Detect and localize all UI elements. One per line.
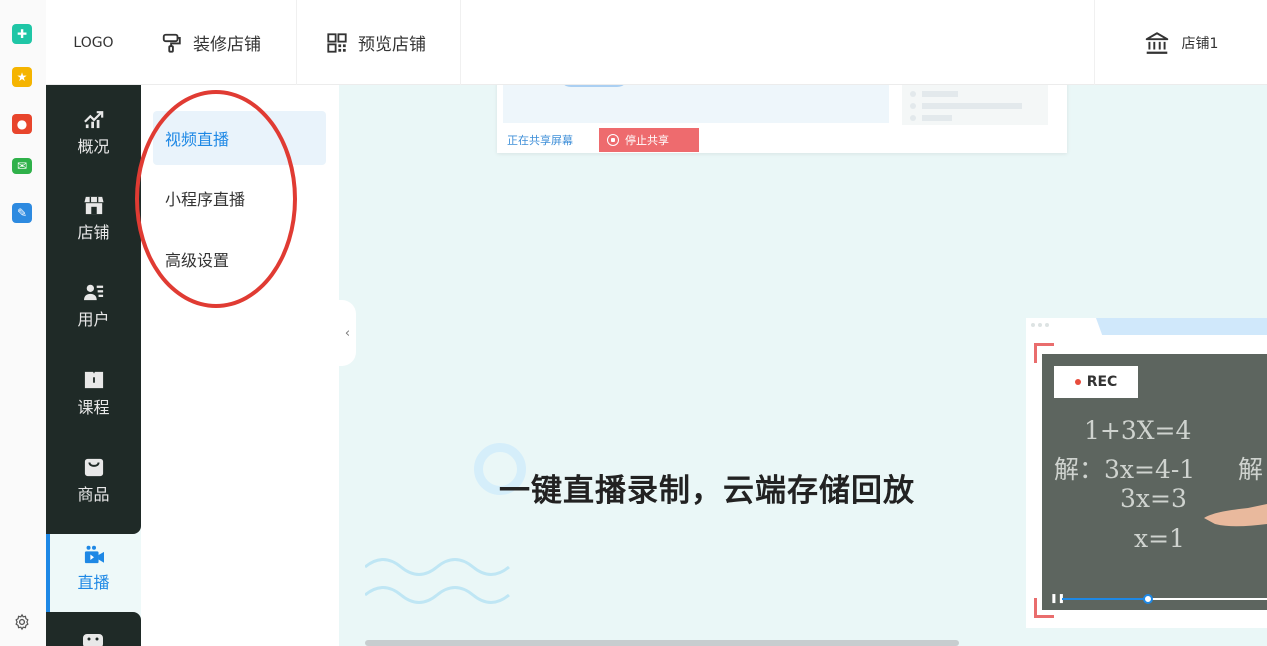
preview-header-bar [1096, 318, 1267, 335]
share-status-text: 正在共享屏幕 [507, 134, 573, 147]
main-content: 正在共享屏幕 停止共享 一键直播录制，云端存储回放 REC 1+3X=4 解：3… [339, 85, 1267, 646]
rec-dot-icon [1074, 379, 1081, 385]
decorate-shop-nav[interactable]: 装修店铺 [141, 0, 297, 85]
sidebar-item-products[interactable]: 商品 [46, 457, 141, 505]
mockup-bullet [910, 115, 916, 121]
sidebar-label-overview: 概况 [77, 137, 110, 156]
mockup-line [922, 103, 1022, 109]
teacher-hand [1204, 504, 1267, 527]
trend-chart-icon [83, 111, 103, 129]
users-icon [83, 284, 103, 301]
collapse-submenu-handle[interactable]: ‹ [339, 300, 356, 366]
decorative-waves [365, 558, 510, 604]
app-window: ✚ ★ ● ✉ ✎ LOGO 装修店铺 预览店铺 店铺1 概况 店铺 用户 课程… [0, 0, 1267, 646]
live-preview-card: REC 1+3X=4 解：3x=4-1 3x=3 x=1 解 ❚❚ [1026, 318, 1267, 628]
sidebar-item-users[interactable]: 用户 [46, 282, 141, 330]
decorate-shop-label: 装修店铺 [193, 35, 261, 55]
sidebar-label-shop: 店铺 [77, 223, 110, 242]
sidebar-item-courses[interactable]: 课程 [46, 370, 141, 418]
chalk-line: 解 [1238, 455, 1264, 484]
main-sidebar: 概况 店铺 用户 课程 商品 直播 [46, 85, 141, 646]
mockup-line [922, 91, 958, 97]
book-icon [84, 371, 103, 389]
weibo-icon[interactable]: ● [12, 114, 32, 134]
bank-building-icon [1145, 31, 1168, 54]
stop-share-button[interactable]: 停止共享 [599, 128, 699, 152]
sidebar-item-live[interactable]: 直播 [46, 545, 141, 593]
sidebar-item-overview[interactable]: 概况 [46, 109, 141, 157]
shop-switcher[interactable]: 店铺1 [1094, 0, 1267, 85]
preview-shop-label: 预览店铺 [358, 35, 426, 55]
stop-share-label: 停止共享 [625, 134, 669, 147]
mockup-screen [503, 85, 889, 123]
gamepad-icon[interactable] [82, 633, 104, 646]
screen-share-mockup: 正在共享屏幕 停止共享 [497, 85, 1067, 153]
mockup-panel [902, 85, 1048, 125]
horizontal-scrollbar[interactable] [365, 640, 959, 646]
top-header: LOGO 装修店铺 预览店铺 店铺1 [46, 0, 1267, 85]
logo[interactable]: LOGO [46, 0, 141, 85]
extension-bar: ✚ ★ ● ✉ ✎ [0, 0, 46, 646]
preview-shop-nav[interactable]: 预览店铺 [297, 0, 461, 85]
sidebar-label-live: 直播 [77, 573, 110, 592]
sidebar-label-users: 用户 [77, 310, 110, 329]
chevron-left-icon: ‹ [344, 325, 351, 341]
settings-gear-icon[interactable] [13, 613, 31, 631]
mockup-chart-blob [559, 85, 629, 87]
window-dots-icon [1031, 323, 1049, 327]
sidebar-label-courses: 课程 [77, 398, 110, 417]
note-icon[interactable]: ✎ [12, 203, 32, 223]
stop-icon [607, 134, 619, 146]
video-camera-icon [84, 545, 104, 564]
annotation-highlight-ellipse [135, 90, 297, 308]
qr-code-icon [327, 32, 347, 53]
sidebar-label-products: 商品 [77, 485, 110, 504]
chalk-line: 1+3X=4 [1084, 416, 1192, 445]
video-progress-fill [1062, 598, 1149, 600]
rec-badge: REC [1054, 366, 1138, 398]
chalkboard-video[interactable]: REC 1+3X=4 解：3x=4-1 3x=3 x=1 解 ❚❚ [1042, 354, 1267, 610]
storefront-icon [83, 196, 104, 215]
mockup-line [922, 115, 952, 121]
shop-name: 店铺1 [1181, 35, 1219, 52]
mockup-bullet [910, 103, 916, 109]
video-progress-bar[interactable] [1062, 594, 1267, 604]
chalk-line: 3x=3 [1120, 484, 1187, 513]
promo-headline: 一键直播录制，云端存储回放 [499, 473, 915, 509]
green-app-icon[interactable]: ✚ [12, 24, 32, 44]
chalk-line: 解：3x=4-1 [1054, 455, 1196, 484]
video-progress-knob[interactable] [1143, 594, 1154, 604]
star-icon[interactable]: ★ [12, 67, 32, 87]
sidebar-item-shop[interactable]: 店铺 [46, 195, 141, 243]
rec-label: REC [1086, 374, 1118, 390]
mail-icon[interactable]: ✉ [12, 158, 32, 174]
shopping-bag-icon [84, 458, 103, 477]
chalk-line: x=1 [1134, 524, 1185, 553]
paint-roller-icon [162, 33, 181, 53]
mockup-bullet [910, 91, 916, 97]
